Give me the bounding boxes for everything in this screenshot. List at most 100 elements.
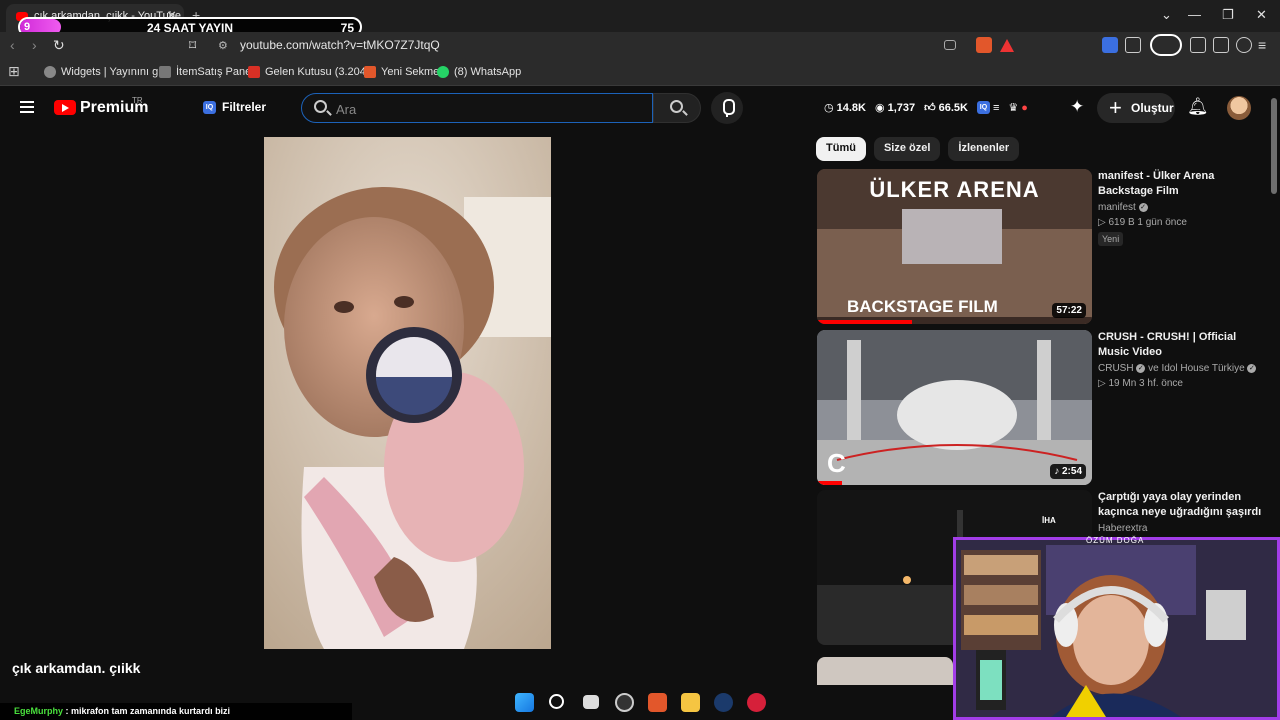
hamburger-menu-icon[interactable]: [20, 101, 34, 113]
duration-badge: ♪ 2:54: [1050, 464, 1086, 479]
create-button[interactable]: Oluştur: [1097, 93, 1175, 123]
recommendation-item[interactable]: ÜLKER ARENA BACKSTAGE FILM 57:22 manifes…: [817, 169, 1273, 324]
recommendation-title[interactable]: CRUSH - CRUSH! | Official Music Video: [1098, 330, 1270, 360]
search-icon[interactable]: [549, 694, 564, 709]
apps-grid-icon[interactable]: ⊞: [8, 63, 20, 80]
back-icon[interactable]: ‹: [10, 37, 15, 53]
stat-likes: 👍︎ 66.5K: [924, 101, 968, 115]
cast-icon[interactable]: [944, 40, 956, 50]
notifications-icon[interactable]: 🔔︎: [1187, 97, 1209, 117]
channel-name[interactable]: manifest ✓: [1098, 201, 1148, 215]
duration-badge: 57:22: [1052, 303, 1086, 318]
file-explorer-icon[interactable]: [681, 693, 700, 712]
forward-icon[interactable]: ›: [32, 37, 37, 53]
thumbs-up-icon: 👍︎: [924, 102, 936, 114]
sparkle-icon[interactable]: ✦: [1070, 97, 1084, 117]
thumbnail-bottom-text: BACKSTAGE FILM: [847, 297, 998, 316]
bookmarks-bar: ⊞ Widgets | Yayınını g... İtemSatış Pane…: [0, 58, 1280, 86]
tab-search-icon[interactable]: ⌄: [1161, 7, 1172, 23]
bookmark-whatsapp[interactable]: (8) WhatsApp: [437, 66, 521, 78]
stat-likes-value: 66.5K: [938, 101, 968, 114]
stat-watching: ◉ 1,737: [875, 101, 915, 115]
windows-start-icon[interactable]: [515, 693, 534, 712]
avatar[interactable]: [1227, 96, 1251, 120]
create-label: Oluştur: [1131, 101, 1174, 115]
search-icon: [314, 100, 327, 113]
thumbnail-tag: İHA: [1042, 516, 1056, 525]
verified-icon: ✓: [1247, 363, 1257, 373]
bookmark-gmail[interactable]: Gelen Kutusu (3.204...: [248, 66, 375, 78]
scrollbar-thumb[interactable]: [1271, 98, 1277, 194]
play-icon: ▷: [1098, 217, 1106, 228]
video-thumbnail[interactable]: C ♪ 2:54: [817, 330, 1092, 485]
recommendation-item[interactable]: C ♪ 2:54 CRUSH - CRUSH! | Official Music…: [817, 330, 1273, 485]
search-icon: [670, 100, 683, 113]
widgets-icon: [44, 66, 56, 78]
extension-logo-icon[interactable]: [1150, 34, 1182, 56]
extension-iq-icon[interactable]: [1102, 37, 1118, 53]
close-window-button[interactable]: ✕: [1256, 7, 1267, 23]
chip-for-you[interactable]: Size özel: [873, 137, 941, 161]
chip-watched[interactable]: İzlenenler: [948, 137, 1020, 161]
country-code: TR: [132, 96, 143, 105]
brave-icon[interactable]: [648, 693, 667, 712]
video-stats: ▷ 619 B 1 gün önce: [1098, 216, 1187, 230]
bookmark-itemsatis[interactable]: İtemSatış Panel: [159, 66, 254, 78]
sidebar-icon[interactable]: [1190, 37, 1206, 53]
video-title: çık arkamdan. çıikk: [12, 660, 141, 676]
duration-text: 2:54: [1061, 466, 1082, 477]
brave-shields-icon[interactable]: [976, 37, 992, 53]
video-thumbnail[interactable]: [817, 657, 953, 685]
channel-name[interactable]: CRUSH ✓ ve Idol House Türkiye ✓: [1098, 362, 1257, 376]
stream-stats: ◷ 14.8K ◉ 1,737 👍︎ 66.5K IQ ≡ ♛ ●: [824, 101, 1028, 114]
video-stats-text: 619 B 1 gün önce: [1108, 217, 1187, 228]
taskbar: [0, 685, 1280, 720]
minimize-button[interactable]: —: [1188, 7, 1201, 22]
bookmark-icon[interactable]: ⌑: [189, 37, 196, 54]
site-info-icon[interactable]: ⚙: [218, 39, 228, 52]
app-icon[interactable]: [747, 693, 766, 712]
bell-alert-icon: ●: [1021, 101, 1028, 114]
recommendation-title[interactable]: manifest - Ülker Arena Backstage Film: [1098, 169, 1270, 199]
youtube-header: Premium TR IQ Filtreler ◷14.8K ◉1,737 👍︎…: [0, 86, 1280, 130]
maximize-button[interactable]: ❐: [1222, 7, 1234, 23]
brave-rewards-icon[interactable]: [1000, 39, 1014, 52]
steam-icon[interactable]: [714, 693, 733, 712]
channel-logo-icon: C: [827, 448, 846, 478]
reload-icon[interactable]: ↻: [53, 37, 65, 54]
recommendation-title[interactable]: Çarptığı yaya olay yerinden kaçınca neye…: [1098, 490, 1270, 520]
voice-search-button[interactable]: [711, 92, 743, 124]
trophy-icon: ♛: [1008, 102, 1019, 114]
profile-icon[interactable]: [1236, 37, 1252, 53]
extensions-puzzle-icon[interactable]: [1125, 37, 1141, 53]
stat-tools[interactable]: IQ ≡: [976, 101, 1000, 114]
webcam-label: ÖZÜM DOĞA: [1086, 536, 1145, 545]
youtube-logo-icon[interactable]: [54, 100, 76, 115]
iq-icon: IQ: [203, 100, 216, 114]
url-field[interactable]: youtube.com/watch?v=tMKO7Z7JtqQ: [240, 38, 440, 52]
video-thumbnail[interactable]: ÜLKER ARENA BACKSTAGE FILM 57:22: [817, 169, 1092, 324]
channel-name[interactable]: Haberextra: [1098, 522, 1147, 536]
list-icon: ≡: [992, 101, 1000, 114]
channel-extra: ve Idol House Türkiye: [1148, 363, 1245, 374]
clock-icon: ◷: [824, 102, 834, 114]
thumbnail-top-text: ÜLKER ARENA: [869, 177, 1040, 202]
channel-label: CRUSH: [1098, 363, 1134, 374]
bookmark-label: Widgets | Yayınını g...: [61, 66, 168, 78]
search-input[interactable]: [336, 100, 636, 118]
filters-button[interactable]: IQ Filtreler: [203, 100, 266, 114]
new-badge: Yeni: [1098, 232, 1124, 246]
menu-icon[interactable]: ≡: [1258, 37, 1266, 53]
task-view-icon[interactable]: [583, 695, 599, 709]
obs-icon[interactable]: [615, 693, 634, 712]
extension-icon[interactable]: [1213, 37, 1229, 53]
verified-icon: ✓: [1136, 363, 1146, 373]
video-player[interactable]: [264, 137, 551, 649]
chip-all[interactable]: Tümü: [816, 137, 866, 161]
search-button[interactable]: [653, 93, 701, 123]
bookmark-label: (8) WhatsApp: [454, 66, 522, 78]
bookmark-widgets[interactable]: Widgets | Yayınını g...: [44, 66, 167, 78]
bookmark-label: Yeni Sekme: [381, 66, 440, 78]
bookmark-new-tab[interactable]: Yeni Sekme: [364, 66, 439, 78]
stat-extra[interactable]: ♛ ●: [1008, 101, 1028, 115]
